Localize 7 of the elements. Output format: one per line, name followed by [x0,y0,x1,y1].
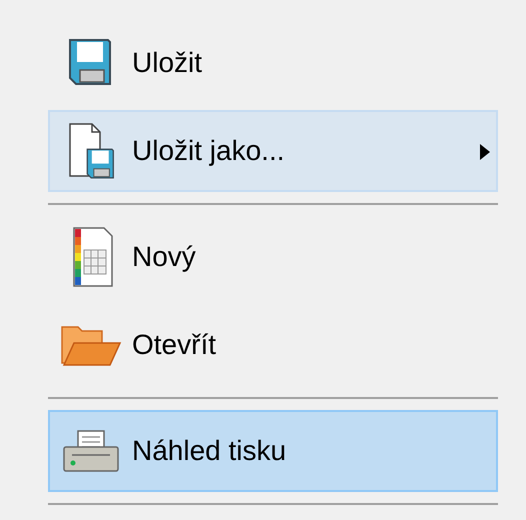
menu-item[interactable]: Otevřít [48,304,498,386]
menu-item[interactable]: Uložit jako... [48,110,498,192]
menu-item[interactable]: Uložit [48,22,498,104]
menu-item[interactable]: Nový [48,216,498,298]
printer-icon [62,429,120,473]
document-floppy-icon [68,122,114,180]
menu-item[interactable]: Náhled tisku [48,410,498,492]
